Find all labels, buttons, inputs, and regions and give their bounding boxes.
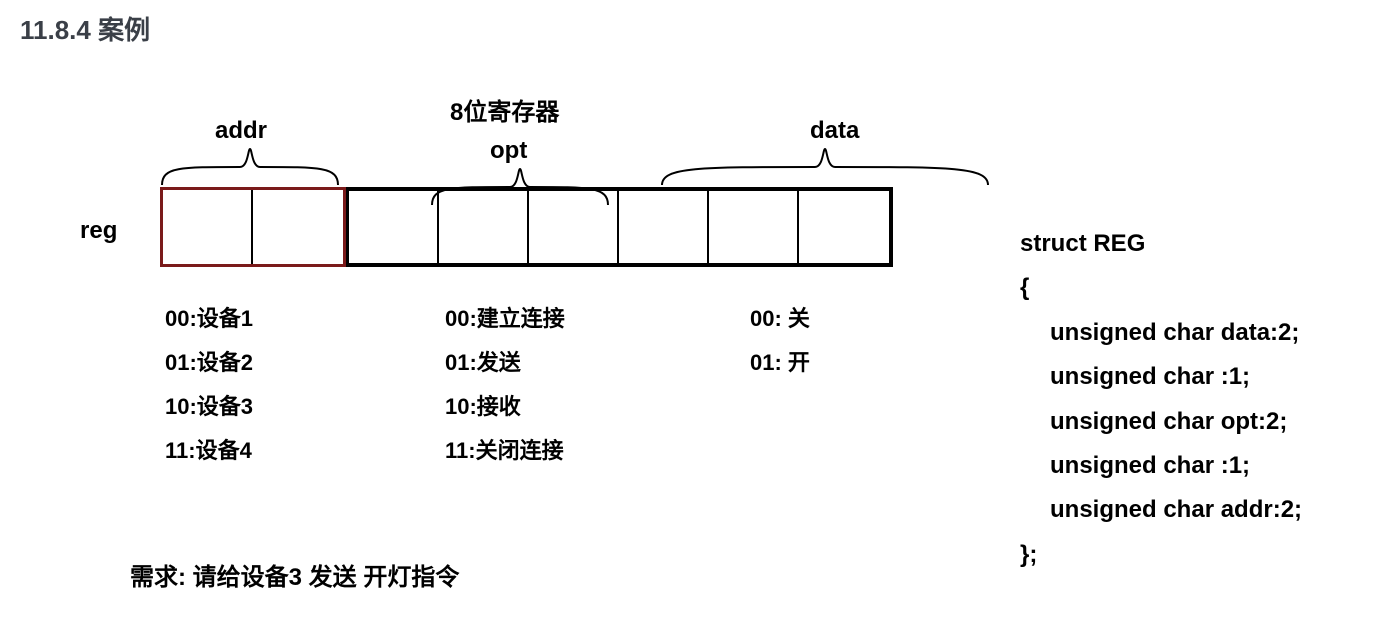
- value-item: 01: 开: [750, 341, 810, 385]
- code-line: unsigned char opt:2;: [1020, 400, 1376, 444]
- field-label-opt: opt: [490, 137, 527, 165]
- field-label-addr: addr: [215, 117, 267, 145]
- code-line: {: [1020, 266, 1376, 310]
- requirement-text: 需求: 请给设备3 发送 开灯指令: [130, 557, 459, 592]
- addr-values: 00:设备1 01:设备2 10:设备3 11:设备4: [165, 297, 253, 473]
- remaining-bits: [346, 187, 893, 267]
- brace-addr: [160, 147, 340, 187]
- section-heading: 11.8.4 案例: [20, 10, 1376, 47]
- code-line: unsigned char addr:2;: [1020, 488, 1376, 532]
- data-values: 00: 关 01: 开: [750, 297, 810, 385]
- value-item: 11:设备4: [165, 429, 253, 473]
- bit-cell: [529, 191, 619, 265]
- value-item: 10:接收: [445, 385, 565, 429]
- register-row: [160, 187, 893, 267]
- value-item: 01:发送: [445, 341, 565, 385]
- reg-label: reg: [80, 217, 117, 245]
- bit-cell: [163, 190, 253, 264]
- value-item: 01:设备2: [165, 341, 253, 385]
- value-item: 11:关闭连接: [445, 429, 565, 473]
- diagram: 8位寄存器 addr opt data reg: [20, 87, 1020, 627]
- code-line: unsigned char :1;: [1020, 355, 1376, 399]
- bit-cell: [709, 191, 799, 265]
- bit-cell: [439, 191, 529, 265]
- value-item: 10:设备3: [165, 385, 253, 429]
- field-label-data: data: [810, 117, 859, 145]
- code-line: unsigned char :1;: [1020, 444, 1376, 488]
- opt-values: 00:建立连接 01:发送 10:接收 11:关闭连接: [445, 297, 565, 473]
- code-line: struct REG: [1020, 222, 1376, 266]
- code-line: };: [1020, 533, 1376, 577]
- code-block: struct REG { unsigned char data:2; unsig…: [1020, 87, 1376, 577]
- addr-bits: [160, 187, 346, 267]
- bit-cell: [253, 190, 343, 264]
- value-item: 00:建立连接: [445, 297, 565, 341]
- bit-cell: [799, 191, 889, 265]
- bit-cell: [619, 191, 709, 265]
- value-item: 00: 关: [750, 297, 810, 341]
- bit-cell: [349, 191, 439, 265]
- code-line: unsigned char data:2;: [1020, 311, 1376, 355]
- brace-data: [660, 147, 990, 187]
- register-title: 8位寄存器: [450, 92, 559, 127]
- value-item: 00:设备1: [165, 297, 253, 341]
